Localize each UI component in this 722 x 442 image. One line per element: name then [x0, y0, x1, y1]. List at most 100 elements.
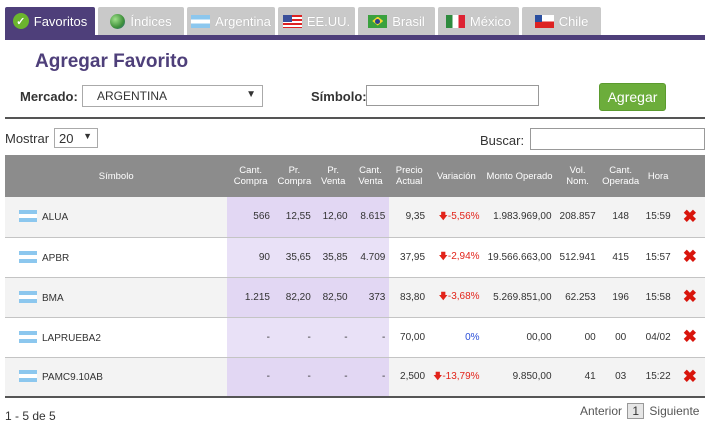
- flag-argentina-icon: [19, 250, 37, 263]
- globe-icon: [110, 13, 126, 29]
- precio-actual-cell: 9,35: [389, 197, 430, 238]
- variacion-value: 0%: [465, 331, 480, 343]
- tab-label: Favoritos: [33, 13, 88, 29]
- cant-compra-cell: -: [227, 317, 274, 358]
- monto-operado-cell: 5.269.851,00: [483, 277, 556, 318]
- prev-page-link[interactable]: Anterior: [580, 404, 622, 418]
- symbol-cell[interactable]: APBR: [5, 237, 228, 278]
- cant-venta-cell: -: [351, 317, 390, 358]
- pr-compra-cell: 35,65: [273, 237, 315, 278]
- tab-favoritos[interactable]: ✓ Favoritos: [5, 7, 95, 35]
- pr-compra-cell: -: [273, 357, 315, 398]
- page-title: Agregar Favorito: [35, 51, 189, 72]
- page-number-button[interactable]: 1: [627, 403, 645, 419]
- hora-cell: 15:59: [641, 197, 675, 238]
- caret-down-icon: ▼: [246, 89, 256, 100]
- pagination-controls: Anterior 1 Siguiente: [580, 403, 699, 419]
- next-page-link[interactable]: Siguiente: [649, 404, 699, 418]
- remove-icon[interactable]: ✖: [674, 317, 705, 358]
- cant-compra-cell: 566: [227, 197, 274, 238]
- table-row: LAPRUEBA2 - - - - 70,00 0% 00,00 00 00 0…: [5, 317, 705, 358]
- header-hora[interactable]: Hora: [641, 155, 675, 197]
- tab-bar-underline: [5, 35, 705, 40]
- cant-operada-cell: 415: [599, 237, 642, 278]
- cant-venta-cell: 373: [351, 277, 390, 318]
- symbol-name: LAPRUEBA2: [42, 332, 101, 344]
- vol-nom-cell: 62.253: [555, 277, 600, 318]
- pr-venta-cell: 35,85: [314, 237, 352, 278]
- tab-label: Chile: [558, 13, 589, 29]
- symbol-cell[interactable]: PAMC9.10AB: [5, 357, 228, 398]
- search-input[interactable]: [530, 128, 705, 150]
- remove-icon[interactable]: ✖: [674, 357, 705, 398]
- flag-mexico-icon: [445, 14, 465, 28]
- arrow-down-icon: 🡇: [438, 291, 448, 301]
- precio-actual-cell: 70,00: [389, 317, 430, 358]
- header-variacion[interactable]: Variación: [429, 155, 484, 197]
- header-pr-compra[interactable]: Pr. Compra: [273, 155, 315, 197]
- monto-operado-cell: 1.983.969,00: [483, 197, 556, 238]
- pagination-info: 1 - 5 de 5: [5, 409, 56, 423]
- arrow-down-icon: 🡇: [438, 210, 448, 221]
- header-cant-venta[interactable]: Cant. Venta: [351, 155, 390, 197]
- header-precio-actual[interactable]: Precio Actual: [389, 155, 430, 197]
- symbol-input[interactable]: [366, 85, 539, 106]
- vol-nom-cell: 00: [555, 317, 600, 358]
- favorites-page: ✓ Favoritos Índices Argentina EE.UU. Bra…: [0, 0, 722, 442]
- vol-nom-cell: 41: [555, 357, 600, 398]
- header-actions: [674, 155, 705, 197]
- remove-icon[interactable]: ✖: [674, 237, 705, 278]
- page-size-select[interactable]: 20 ▼: [54, 128, 98, 148]
- precio-actual-cell: 83,80: [389, 277, 430, 318]
- monto-operado-cell: 9.850,00: [483, 357, 556, 398]
- symbol-cell[interactable]: BMA: [5, 277, 228, 318]
- remove-icon[interactable]: ✖: [674, 277, 705, 318]
- header-cant-operada[interactable]: Cant. Operada: [599, 155, 642, 197]
- vol-nom-cell: 208.857: [555, 197, 600, 238]
- monto-operado-cell: 00,00: [483, 317, 556, 358]
- tab-bar: ✓ Favoritos Índices Argentina EE.UU. Bra…: [5, 7, 601, 35]
- header-cant-compra[interactable]: Cant. Compra: [227, 155, 274, 197]
- market-select[interactable]: ARGENTINA ▼: [82, 85, 263, 107]
- cant-venta-cell: 4.709: [351, 237, 390, 278]
- flag-argentina-icon: [19, 210, 37, 223]
- tab-chile[interactable]: Chile: [522, 7, 601, 35]
- hora-cell: 15:57: [641, 237, 675, 278]
- hora-cell: 15:58: [641, 277, 675, 318]
- variacion-value: -5,56%: [447, 210, 480, 222]
- symbol-cell[interactable]: ALUA: [5, 197, 228, 238]
- table-header-row: Símbolo Cant. Compra Pr. Compra Pr. Vent…: [5, 155, 705, 197]
- symbol-label: Símbolo:: [311, 89, 367, 104]
- tab-argentina[interactable]: Argentina: [187, 7, 275, 35]
- monto-operado-cell: 19.566.663,00: [483, 237, 556, 278]
- header-pr-venta[interactable]: Pr. Venta: [314, 155, 352, 197]
- flag-chile-icon: [534, 14, 554, 28]
- tab-label: EE.UU.: [306, 13, 351, 29]
- variacion-cell: 🡇-3,68%: [429, 277, 484, 318]
- variacion-cell: 🡇-5,56%: [429, 197, 484, 238]
- remove-icon[interactable]: ✖: [674, 197, 705, 238]
- table-row: ALUA 566 12,55 12,60 8.615 9,35 🡇-5,56% …: [5, 197, 705, 238]
- header-monto-operado[interactable]: Monto Operado: [483, 155, 556, 197]
- header-simbolo[interactable]: Símbolo: [5, 155, 228, 197]
- tab-label: Argentina: [215, 13, 271, 29]
- pr-compra-cell: -: [273, 317, 315, 358]
- header-vol-nom[interactable]: Vol. Nom.: [555, 155, 600, 197]
- pr-venta-cell: -: [314, 317, 352, 358]
- symbol-name: ALUA: [42, 212, 69, 224]
- caret-down-icon: ▼: [83, 131, 92, 141]
- flag-argentina-icon: [19, 370, 37, 383]
- flag-argentina-icon: [19, 330, 37, 343]
- pr-compra-cell: 82,20: [273, 277, 315, 318]
- precio-actual-cell: 37,95: [389, 237, 430, 278]
- variacion-cell: 🡇-13,79%: [429, 357, 484, 398]
- add-button[interactable]: Agregar: [599, 83, 666, 111]
- tab-eeuu[interactable]: EE.UU.: [278, 7, 355, 35]
- tab-brasil[interactable]: Brasil: [358, 7, 435, 35]
- tab-indices[interactable]: Índices: [98, 7, 184, 35]
- cant-venta-cell: -: [351, 357, 390, 398]
- symbol-cell[interactable]: LAPRUEBA2: [5, 317, 228, 358]
- cant-operada-cell: 148: [599, 197, 642, 238]
- cant-venta-cell: 8.615: [351, 197, 390, 238]
- tab-mexico[interactable]: México: [438, 7, 519, 35]
